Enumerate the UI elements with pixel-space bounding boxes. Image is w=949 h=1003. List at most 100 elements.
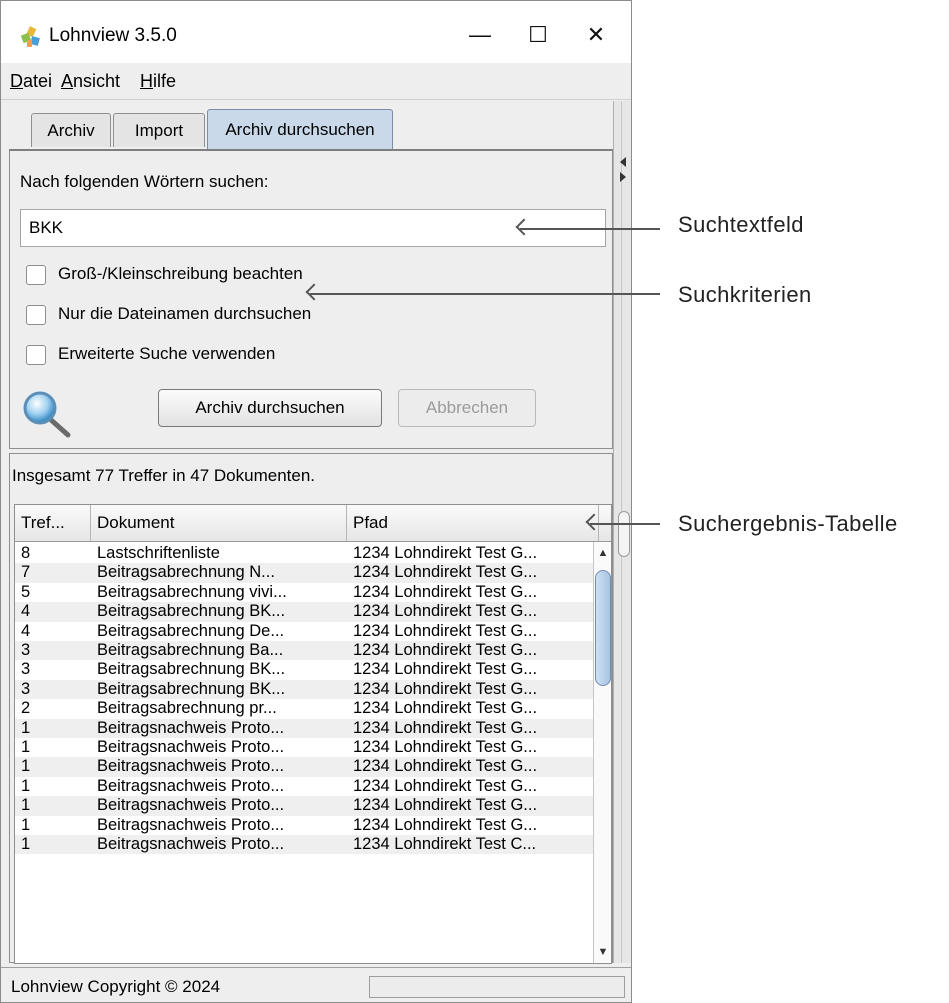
menu-label: ilfe bbox=[153, 71, 177, 91]
scroll-down-icon[interactable]: ▼ bbox=[594, 943, 611, 961]
title-bar: Lohnview 3.5.0 — ☐ ✕ bbox=[1, 1, 631, 63]
callout-suchkriterien: Suchkriterien bbox=[678, 282, 812, 307]
cell-dokument: Beitragsnachweis Proto... bbox=[97, 815, 285, 834]
cell-pfad: 1234 Lohndirekt Test G... bbox=[353, 757, 538, 776]
column-header-dokument[interactable]: Dokument bbox=[91, 505, 347, 541]
cell-treffer: 1 bbox=[21, 718, 31, 737]
menu-mnemonic: A bbox=[61, 71, 74, 91]
cell-dokument: Beitragsnachweis Proto... bbox=[97, 835, 285, 853]
filenames-only-checkbox[interactable] bbox=[26, 305, 46, 325]
cell-dokument: Beitragsabrechnung BK... bbox=[97, 679, 286, 698]
table-row[interactable]: 7 Beitragsabrechnung N... 1234 Lohndirekt … bbox=[15, 563, 593, 583]
menu-label: atei bbox=[23, 71, 53, 91]
menu-hilfe[interactable]: Hilfe bbox=[140, 71, 176, 92]
cell-pfad: 1234 Lohndirekt Test C... bbox=[353, 835, 537, 853]
results-panel: Insgesamt 77 Treffer in 47 Dokumenten. T… bbox=[9, 453, 613, 964]
column-header-pfad[interactable]: Pfad bbox=[347, 505, 599, 541]
menu-ansicht[interactable]: Ansicht bbox=[61, 71, 120, 92]
maximize-button[interactable]: ☐ bbox=[511, 15, 565, 55]
cell-treffer: 1 bbox=[21, 796, 31, 815]
case-sensitive-checkbox[interactable] bbox=[26, 265, 46, 285]
cell-pfad: 1234 Lohndirekt Test G... bbox=[353, 776, 538, 795]
table-row[interactable]: 5 Beitragsabrechnung vivi... 1234 Lohndire… bbox=[15, 583, 593, 602]
scroll-up-icon[interactable]: ▲ bbox=[594, 544, 611, 562]
cell-pfad: 1234 Lohndirekt Test G... bbox=[353, 563, 538, 582]
cell-treffer: 1 bbox=[21, 776, 31, 795]
cell-treffer: 7 bbox=[21, 563, 31, 582]
cell-treffer: 4 bbox=[21, 621, 31, 640]
table-row[interactable]: 1 Beitragsnachweis Proto... 1234 Lohndirek… bbox=[15, 796, 593, 816]
table-row[interactable]: 4 Beitragsabrechnung De... 1234 Lohndirekt… bbox=[15, 622, 593, 641]
tab-archiv[interactable]: Archiv bbox=[31, 113, 111, 147]
table-row[interactable]: 3 Beitragsabrechnung Ba... 1234 Lohndirekt… bbox=[15, 641, 593, 661]
table-row[interactable]: 1 Beitragsnachweis Proto... 1234 Lohndirek… bbox=[15, 816, 593, 835]
extended-search-label: Erweiterte Suche verwenden bbox=[58, 344, 276, 363]
cell-dokument: Beitragsabrechnung vivi... bbox=[97, 582, 287, 601]
cell-dokument: Beitragsabrechnung Ba... bbox=[97, 641, 284, 659]
cancel-button[interactable]: Abbrechen bbox=[398, 389, 536, 427]
cell-dokument: Beitragsabrechnung pr... bbox=[97, 699, 277, 718]
callout-arrow-criteria bbox=[305, 283, 660, 301]
search-archive-button[interactable]: Archiv durchsuchen bbox=[158, 389, 382, 427]
cell-treffer: 3 bbox=[21, 641, 31, 659]
cell-pfad: 1234 Lohndirekt Test G... bbox=[353, 641, 538, 659]
tab-archiv-durchsuchen[interactable]: Archiv durchsuchen bbox=[207, 109, 393, 149]
progress-bar bbox=[369, 976, 625, 998]
close-button[interactable]: ✕ bbox=[569, 15, 623, 55]
search-panel: Nach folgenden Wörtern suchen: Groß-/Kle… bbox=[9, 149, 613, 449]
cell-treffer: 5 bbox=[21, 582, 31, 601]
cell-treffer: 1 bbox=[21, 738, 31, 756]
cell-pfad: 1234 Lohndirekt Test G... bbox=[353, 621, 538, 640]
cell-dokument: Lastschriftenliste bbox=[97, 544, 220, 562]
copyright-text: Lohnview Copyright © 2024 bbox=[11, 977, 221, 996]
callout-arrow-table bbox=[585, 513, 660, 531]
menu-label: nsicht bbox=[73, 71, 121, 91]
callout-arrow-textfield bbox=[515, 218, 660, 236]
table-header: Tref... Dokument Pfad bbox=[15, 505, 611, 542]
cell-dokument: Beitragsnachweis Proto... bbox=[97, 738, 285, 756]
filenames-only-label: Nur die Dateinamen durchsuchen bbox=[58, 304, 312, 323]
magnifier-icon bbox=[23, 391, 71, 438]
callout-suchtextfeld: Suchtextfeld bbox=[678, 212, 804, 237]
cell-treffer: 4 bbox=[21, 602, 31, 621]
cell-pfad: 1234 Lohndirekt Test G... bbox=[353, 815, 538, 834]
table-row[interactable]: 2 Beitragsabrechnung pr... 1234 Lohndirekt… bbox=[15, 699, 593, 718]
extended-search-checkbox[interactable] bbox=[26, 345, 46, 365]
table-row[interactable]: 1 Beitragsnachweis Proto... 1234 Lohndirek… bbox=[15, 777, 593, 796]
cell-treffer: 8 bbox=[21, 544, 31, 562]
cell-dokument: Beitragsabrechnung N... bbox=[97, 563, 275, 582]
results-summary: Insgesamt 77 Treffer in 47 Dokumenten. bbox=[12, 466, 316, 485]
side-splitter[interactable] bbox=[613, 101, 631, 963]
cell-treffer: 1 bbox=[21, 815, 31, 834]
tab-import[interactable]: Import bbox=[113, 113, 205, 147]
column-header-treffer[interactable]: Tref... bbox=[15, 505, 91, 541]
table-row[interactable]: 8 Lastschriftenliste 1234 Lohndirekt Test … bbox=[15, 544, 593, 563]
collapse-arrows-icon[interactable] bbox=[618, 155, 628, 185]
cell-pfad: 1234 Lohndirekt Test G... bbox=[353, 679, 538, 698]
cell-dokument: Beitragsabrechnung BK... bbox=[97, 602, 286, 621]
window-title: Lohnview 3.5.0 bbox=[49, 25, 177, 46]
table-row[interactable]: 1 Beitragsnachweis Proto... 1234 Lohndirek… bbox=[15, 835, 593, 855]
table-row[interactable]: 3 Beitragsabrechnung BK... 1234 Lohndirekt… bbox=[15, 679, 593, 700]
cell-treffer: 3 bbox=[21, 679, 31, 698]
cell-treffer: 3 bbox=[21, 660, 31, 679]
cell-pfad: 1234 Lohndirekt Test G... bbox=[353, 602, 538, 621]
cell-treffer: 2 bbox=[21, 699, 31, 718]
cell-dokument: Beitragsabrechnung De... bbox=[97, 621, 285, 640]
table-row[interactable]: 1 Beitragsnachweis Proto... 1234 Lohndirek… bbox=[15, 718, 593, 738]
menu-bar: Datei Ansicht Hilfe bbox=[1, 63, 631, 100]
splitter-handle[interactable] bbox=[618, 511, 630, 557]
cell-pfad: 1234 Lohndirekt Test G... bbox=[353, 738, 538, 756]
table-row[interactable]: 3 Beitragsabrechnung BK... 1234 Lohndirekt… bbox=[15, 660, 593, 679]
results-table[interactable]: Tref... Dokument Pfad 8 Lastschriftenlist… bbox=[14, 504, 612, 964]
table-row[interactable]: 1 Beitragsnachweis Proto... 1234 Lohndirek… bbox=[15, 738, 593, 757]
cell-dokument: Beitragsnachweis Proto... bbox=[97, 796, 285, 815]
lohnview-app-icon bbox=[20, 26, 40, 47]
table-scrollbar[interactable]: ▲ ▼ bbox=[593, 542, 611, 963]
table-row[interactable]: 4 Beitragsabrechnung BK... 1234 Lohndirekt… bbox=[15, 602, 593, 622]
menu-datei[interactable]: Datei bbox=[10, 71, 52, 92]
scrollbar-thumb[interactable] bbox=[595, 570, 611, 686]
minimize-button[interactable]: — bbox=[453, 15, 507, 55]
table-row[interactable]: 1 Beitragsnachweis Proto... 1234 Lohndirek… bbox=[15, 757, 593, 777]
cell-pfad: 1234 Lohndirekt Test G... bbox=[353, 796, 538, 815]
